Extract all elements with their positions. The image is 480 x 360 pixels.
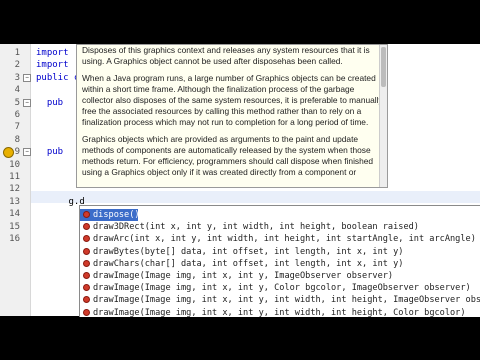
javadoc-paragraph-1: Disposes of this graphics context and re…	[82, 45, 370, 66]
method-icon	[83, 284, 90, 292]
completion-item[interactable]: dispose()	[80, 209, 140, 221]
line-number: 2	[14, 60, 20, 71]
fold-toggle-icon[interactable]: −	[23, 98, 31, 107]
method-icon	[83, 235, 90, 243]
line-number: 13	[9, 196, 20, 207]
completion-item[interactable]: drawBytes(byte[] data, int offset, int l…	[80, 246, 480, 258]
completion-item[interactable]: drawImage(Image img, int x, int y, int w…	[80, 307, 480, 317]
code-line: pub	[36, 97, 64, 108]
completion-method-params: (int x, int y, int width, int height, in…	[129, 234, 476, 245]
completion-method-name: dispose	[93, 210, 130, 220]
line-number: 10	[9, 159, 20, 170]
completion-method-name: drawImage	[93, 307, 140, 317]
javadoc-paragraph-2: When a Java program runs, a large number…	[82, 73, 383, 127]
code-line: pub	[36, 147, 64, 158]
completion-item[interactable]: drawArc(int x, int y, int width, int hei…	[80, 233, 480, 245]
line-number: 15	[9, 221, 20, 232]
javadoc-popup[interactable]: Disposes of this graphics context and re…	[76, 44, 388, 188]
fold-toggle-icon[interactable]: −	[23, 148, 31, 157]
line-number: 8	[14, 134, 20, 145]
completion-method-params: ()	[129, 210, 140, 220]
code-line: g.d	[36, 196, 85, 207]
javadoc-paragraph-3: Graphics objects which are provided as a…	[82, 134, 374, 177]
line-number: 12	[9, 184, 20, 195]
completion-method-params: (char[] data, int offset, int length, in…	[139, 258, 404, 269]
completion-item[interactable]: drawChars(char[] data, int offset, int l…	[80, 258, 480, 270]
completion-method-name: drawImage	[93, 283, 140, 294]
code-line: public c	[36, 72, 80, 83]
completion-item[interactable]: draw3DRect(int x, int y, int width, int …	[80, 221, 480, 233]
code-line: import	[36, 48, 69, 58]
completion-item[interactable]: drawImage(Image img, int x, int y, int w…	[80, 294, 480, 306]
method-icon	[83, 259, 90, 267]
code-completion-list[interactable]: dispose() draw3DRect(int x, int y, int wi…	[79, 205, 480, 317]
completion-method-params: (Image img, int x, int y, int width, int…	[139, 295, 480, 306]
current-line-highlight	[31, 191, 480, 203]
completion-method-name: draw3DRect	[93, 222, 145, 233]
completion-method-name: drawChars	[93, 258, 140, 269]
fold-toggle-icon[interactable]: −	[23, 73, 31, 82]
completion-item[interactable]: drawImage(Image img, int x, int y, Color…	[80, 282, 480, 294]
javadoc-scrollbar[interactable]	[379, 45, 387, 187]
code-line: import	[36, 60, 69, 71]
javadoc-scrollbar-thumb[interactable]	[381, 47, 386, 87]
line-number: 4	[14, 85, 20, 96]
line-number: 5	[14, 97, 20, 108]
line-number: 3	[14, 72, 20, 83]
method-icon	[83, 308, 90, 316]
method-icon	[83, 272, 90, 279]
completion-method-params: (int x, int y, int width, int height, bo…	[144, 222, 419, 233]
completion-method-params: (byte[] data, int offset, int length, in…	[139, 246, 404, 257]
line-number: 1	[14, 48, 20, 58]
line-number: 7	[14, 122, 20, 133]
completion-method-name: drawArc	[93, 234, 130, 245]
line-number: 11	[9, 172, 20, 182]
method-icon	[83, 211, 90, 218]
completion-method-params: (Image img, int x, int y, ImageObserver …	[139, 271, 394, 281]
completion-method-name: drawImage	[93, 271, 140, 281]
completion-method-params: (Image img, int x, int y, Color bgcolor,…	[139, 283, 471, 294]
line-number-gutter: 1 2 3 4 5 6 7 8 9 10 11 12 13 14 15 16− − −	[0, 44, 31, 316]
completion-item[interactable]: drawImage(Image img, int x, int y, Image…	[80, 270, 480, 282]
method-icon	[83, 223, 90, 231]
method-icon	[83, 247, 90, 255]
completion-method-name: drawBytes	[93, 246, 140, 257]
line-number: 14	[9, 209, 20, 220]
line-number: 16	[9, 234, 20, 244]
completion-method-name: drawImage	[93, 295, 140, 306]
method-icon	[83, 296, 90, 304]
completion-method-params: (Image img, int x, int y, int width, int…	[139, 307, 466, 317]
line-number: 6	[14, 110, 20, 120]
